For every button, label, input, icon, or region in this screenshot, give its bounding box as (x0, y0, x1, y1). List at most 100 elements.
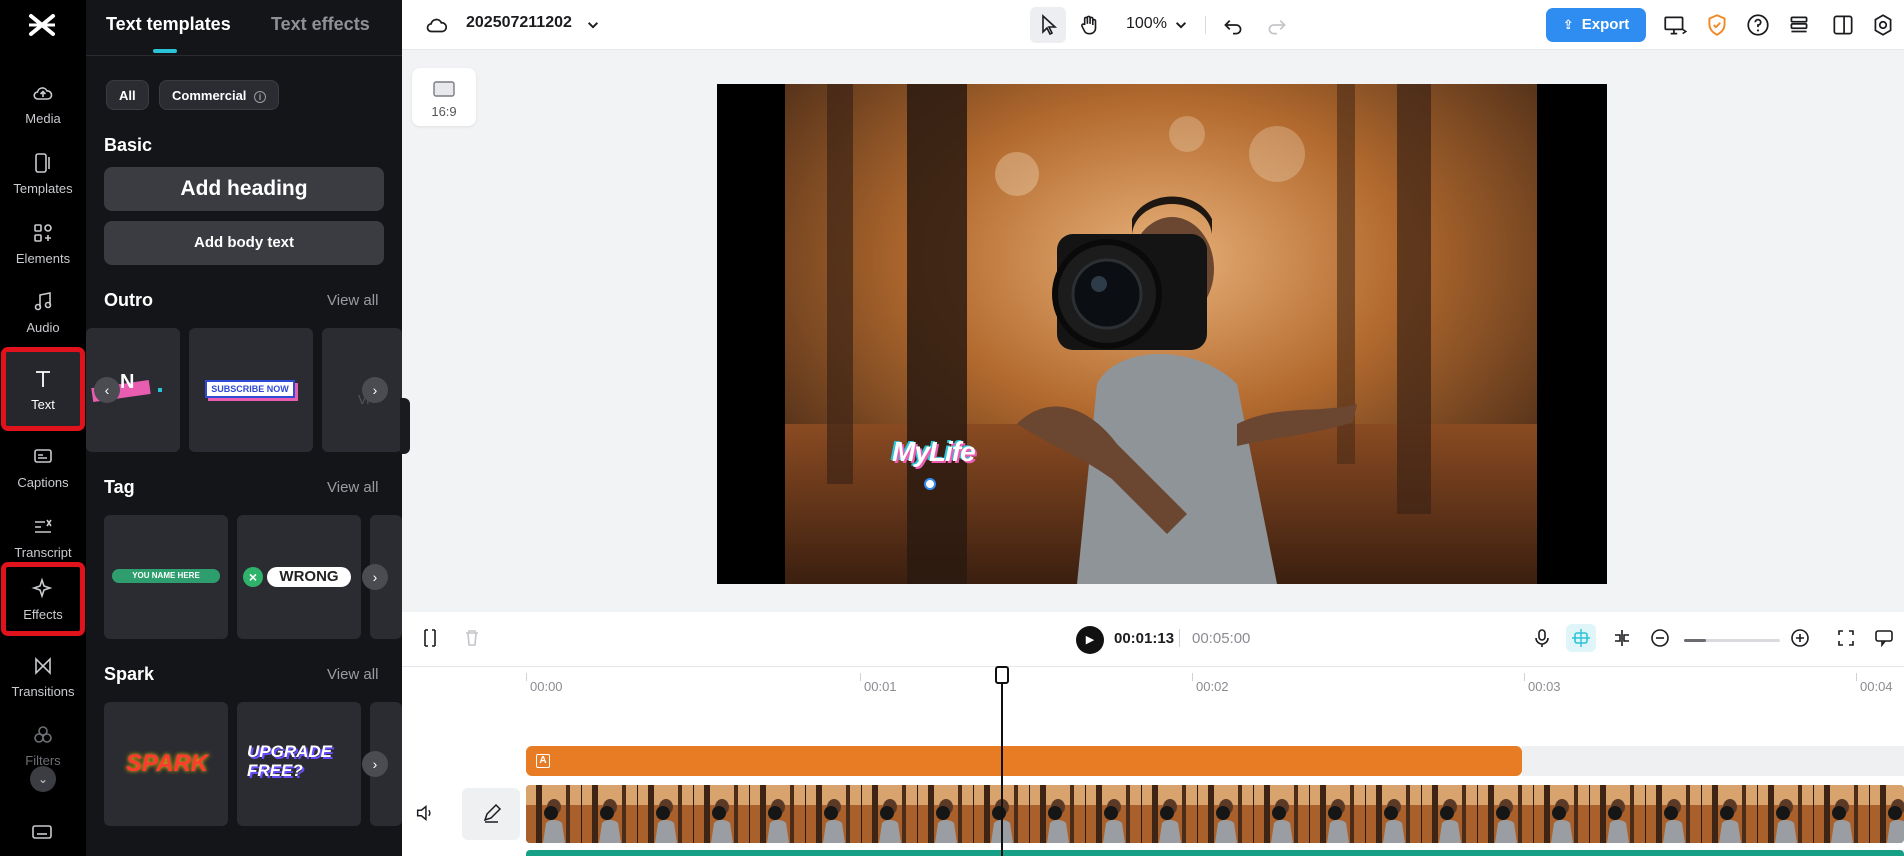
subscribe-badge: SUBSCRIBE NOW (205, 380, 295, 398)
panel-collapse-handle[interactable] (400, 398, 410, 454)
rail-item-label: Effects (23, 606, 63, 622)
volume-icon[interactable] (414, 802, 436, 824)
split-layout-icon[interactable] (1830, 12, 1856, 38)
subscribe-text: SUBSCRIBE NOW (211, 384, 289, 394)
upgrade-text: UPGRADE FREE? (247, 742, 333, 780)
select-tool-button[interactable] (1030, 7, 1066, 43)
rail-item-captions[interactable]: Captions (6, 436, 80, 498)
trash-icon[interactable] (460, 626, 484, 650)
add-heading-button[interactable]: Add heading (104, 167, 384, 211)
section-title-basic: Basic (104, 135, 153, 155)
playhead-line[interactable] (1001, 666, 1003, 856)
tag-card-2[interactable]: × WRONG (237, 515, 361, 639)
section-title-tag: Tag (104, 477, 135, 497)
gear-icon[interactable] (1870, 12, 1896, 38)
filter-chip-all[interactable]: All (106, 80, 149, 110)
play-button[interactable]: ▶ (1076, 626, 1104, 654)
fullscreen-icon[interactable] (1834, 626, 1858, 650)
rail-item-label: Media (25, 110, 61, 126)
info-icon: i (254, 90, 267, 103)
keyboard-icon[interactable] (30, 820, 54, 844)
chevron-down-icon[interactable]: ⌄ (30, 766, 56, 792)
spark-card-1[interactable]: SPARK (104, 702, 228, 826)
tag-next-arrow-icon[interactable]: › (362, 564, 388, 590)
magnet-snap-button[interactable] (1566, 624, 1596, 652)
tick-label: 00:00 (530, 679, 563, 694)
outro-next-arrow-icon[interactable]: › (362, 377, 388, 403)
rail-item-label: Captions (17, 474, 69, 490)
layers-icon[interactable] (1786, 12, 1812, 38)
spark-view-all-link[interactable]: View all (327, 666, 378, 683)
tag-view-all-link[interactable]: View all (327, 479, 378, 496)
overlay-text: MyLife (892, 436, 976, 467)
rail-item-elements[interactable]: Elements (6, 212, 80, 274)
music-note-icon (34, 291, 52, 310)
zoom-out-icon[interactable] (1648, 626, 1672, 650)
close-circle-icon: × (243, 567, 263, 587)
add-body-text-button[interactable]: Add body text (104, 221, 384, 265)
rotate-handle-icon[interactable] (924, 478, 936, 490)
present-screen-icon[interactable] (1662, 12, 1688, 38)
microphone-icon[interactable] (1530, 626, 1554, 650)
wrong-badge: WRONG (267, 567, 351, 587)
wrong-text: WRONG (279, 568, 339, 585)
text-clip[interactable]: A (526, 746, 1522, 776)
zoom-slider-fill (1684, 639, 1707, 642)
text-track-empty (1522, 746, 1904, 776)
tick-label: 00:03 (1528, 679, 1561, 694)
templates-icon (35, 152, 50, 173)
tab-text-effects[interactable]: Text effects (271, 14, 370, 35)
hand-icon[interactable] (1076, 12, 1102, 38)
split-link-icon[interactable] (1610, 626, 1634, 650)
captions-icon (34, 448, 52, 463)
redo-icon[interactable] (1264, 12, 1290, 38)
outro-prev-arrow-icon[interactable]: ‹ (94, 377, 120, 403)
section-title-spark: Spark (104, 664, 155, 684)
comment-icon[interactable] (1872, 626, 1896, 650)
project-name[interactable]: 202507211202 (466, 14, 572, 32)
spark-card-2[interactable]: UPGRADE FREE? (237, 702, 361, 826)
outro-card-2[interactable]: SUBSCRIBE NOW (189, 328, 313, 452)
chevron-down-icon[interactable] (1168, 12, 1194, 38)
undo-icon[interactable] (1220, 12, 1246, 38)
rail-item-transitions[interactable]: Transitions (6, 645, 80, 707)
rail-item-transcript[interactable]: Transcript (6, 506, 80, 568)
edit-cover-button[interactable] (462, 788, 520, 840)
rail-item-effects[interactable]: Effects (1, 562, 85, 636)
tick-label: 00:02 (1196, 679, 1229, 694)
filters-icon (34, 725, 52, 743)
zoom-level[interactable]: 100% (1126, 15, 1167, 33)
timeline-ruler[interactable]: 00:00 00:01 00:02 00:03 00:04 (402, 666, 1904, 696)
aspect-ratio-button[interactable]: 16:9 (412, 68, 476, 126)
tab-text-templates[interactable]: Text templates (106, 14, 231, 35)
video-clip[interactable] (526, 785, 1904, 843)
cloud-sync-icon[interactable] (424, 12, 450, 38)
export-button[interactable]: ⇪ Export (1546, 8, 1646, 42)
shield-check-icon[interactable] (1704, 12, 1730, 38)
rail-item-audio[interactable]: Audio (6, 281, 80, 343)
timeline-zoom-slider[interactable] (1684, 639, 1780, 642)
outro-view-all-link[interactable]: View all (327, 292, 378, 309)
video-preview[interactable]: MyLife (717, 84, 1607, 584)
tag-card-1[interactable]: YOU NAME HERE (104, 515, 228, 639)
pencil-icon (483, 803, 502, 823)
elements-icon (34, 223, 52, 242)
cursor-arrow-icon (1042, 14, 1058, 36)
rail-item-media[interactable]: Media (6, 72, 80, 134)
chevron-down-icon[interactable] (580, 12, 606, 38)
capcut-logo-icon[interactable] (25, 10, 59, 40)
rail-item-text[interactable]: Text (1, 347, 85, 431)
help-icon[interactable] (1745, 12, 1771, 38)
playhead-handle[interactable] (995, 666, 1009, 684)
zoom-in-icon[interactable] (1788, 626, 1812, 650)
split-clip-icon[interactable] (418, 626, 442, 650)
mylife-text-overlay[interactable]: MyLife (892, 436, 976, 468)
tick-mark (526, 673, 527, 681)
spark-next-arrow-icon[interactable]: › (362, 751, 388, 777)
audio-clip[interactable] (526, 850, 1904, 856)
filter-chip-commercial[interactable]: Commercial i (159, 80, 280, 110)
name-tag-badge: YOU NAME HERE (112, 569, 220, 583)
spark-text: SPARK (126, 750, 209, 777)
video-filmstrip (526, 785, 1904, 843)
rail-item-templates[interactable]: Templates (6, 142, 80, 204)
